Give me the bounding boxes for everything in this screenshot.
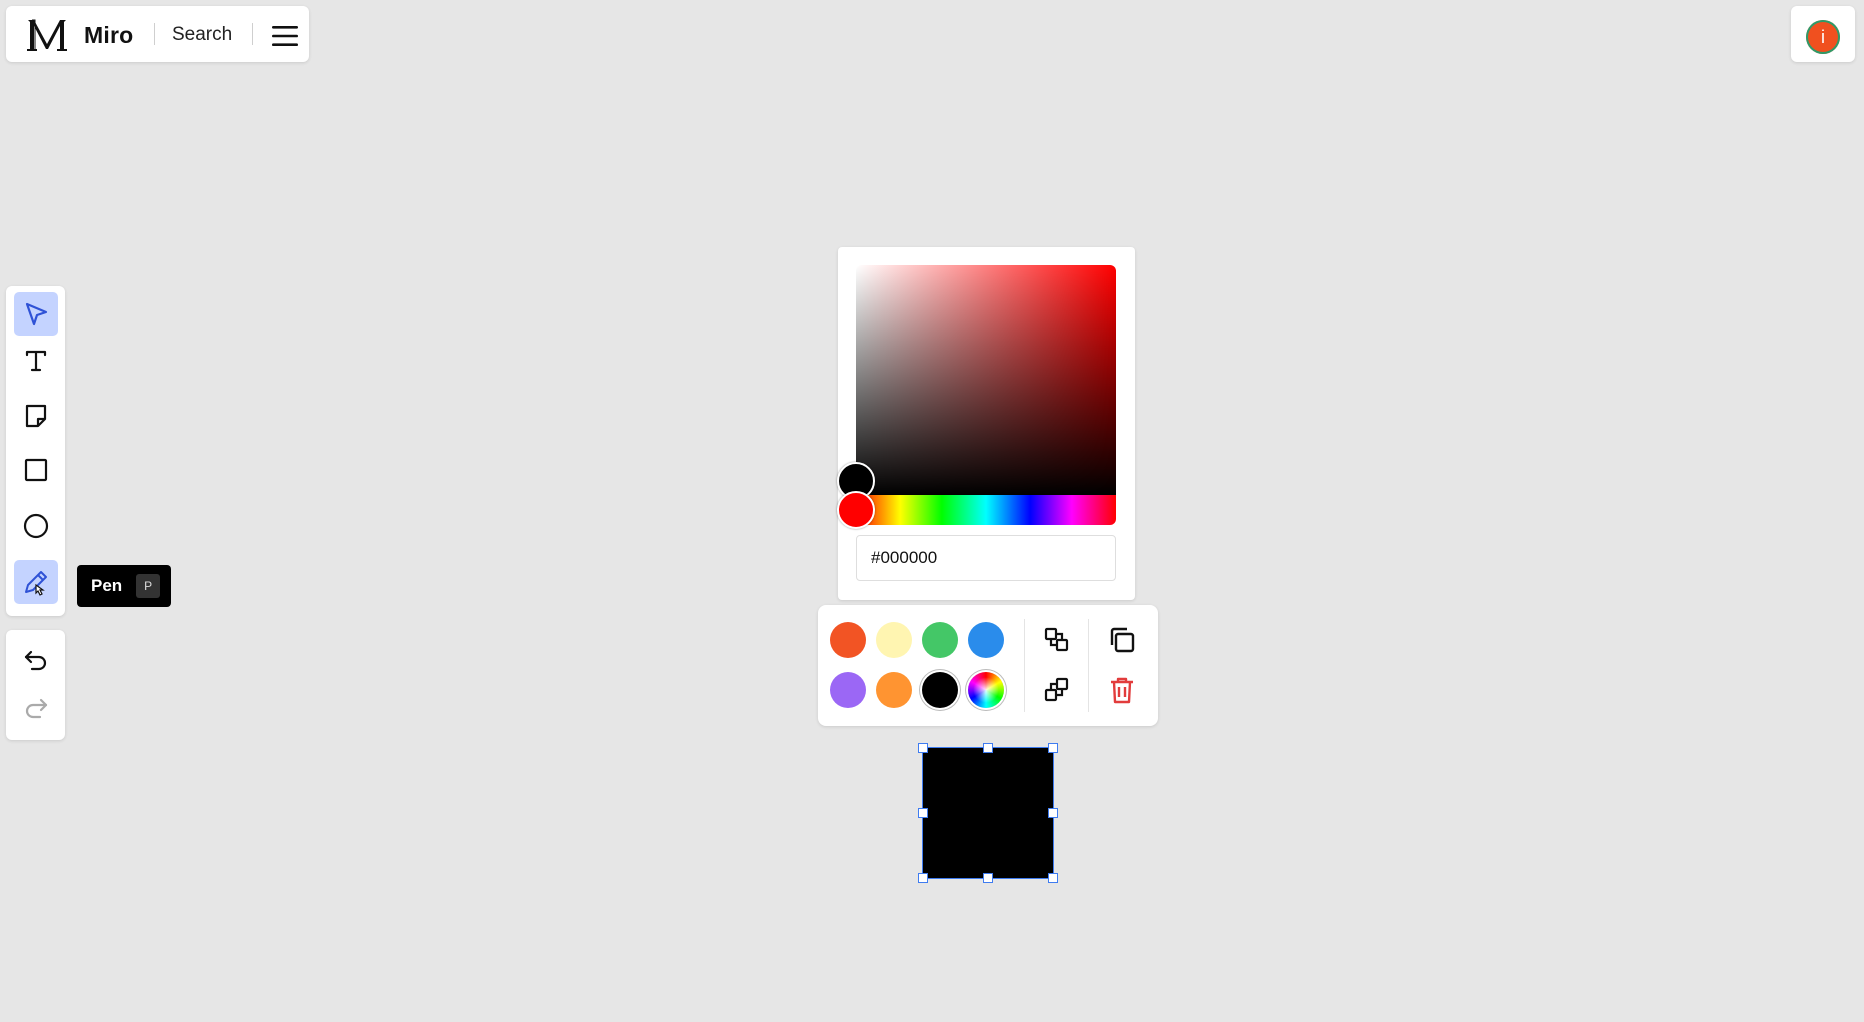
pen-icon	[25, 571, 47, 596]
select-tool-button[interactable]	[14, 292, 58, 336]
pen-tooltip: Pen P	[77, 565, 171, 607]
redo-button[interactable]	[14, 686, 58, 730]
sticky-note-icon	[25, 404, 47, 428]
user-panel: i	[1791, 6, 1855, 62]
color-swatch-red[interactable]	[830, 622, 866, 658]
send-backward-button[interactable]	[1038, 671, 1076, 709]
top-bar: Miro Search	[6, 6, 309, 62]
divider	[154, 23, 155, 45]
duplicate-button[interactable]	[1103, 621, 1141, 659]
redo-icon	[25, 698, 48, 719]
search-button[interactable]: Search	[172, 24, 232, 46]
resize-handle-top[interactable]	[983, 743, 993, 753]
rectangle-tool-button[interactable]	[14, 448, 58, 492]
custom-color-swatch[interactable]	[968, 672, 1004, 708]
undo-icon	[24, 650, 47, 671]
history-toolbar	[6, 630, 65, 740]
avatar[interactable]: i	[1806, 20, 1840, 54]
hex-color-input[interactable]	[856, 535, 1116, 581]
selected-shape[interactable]	[918, 743, 1058, 883]
sticky-note-tool-button[interactable]	[14, 394, 58, 438]
hue-slider[interactable]	[837, 491, 1116, 529]
color-swatch-green[interactable]	[922, 622, 958, 658]
tooltip-shortcut: P	[136, 574, 161, 598]
divider	[1088, 619, 1089, 712]
resize-handle-bottom-left[interactable]	[918, 873, 928, 883]
shape-context-toolbar	[818, 605, 1158, 726]
bring-forward-button[interactable]	[1038, 621, 1076, 659]
bring-forward-icon	[1044, 627, 1069, 652]
trash-icon	[1111, 677, 1133, 704]
text-tool-button[interactable]	[14, 338, 58, 382]
resize-handle-bottom-right[interactable]	[1048, 873, 1058, 883]
app-name: Miro	[84, 22, 134, 48]
tooltip-label: Pen	[91, 576, 123, 595]
divider	[1024, 619, 1025, 712]
color-swatch-purple[interactable]	[830, 672, 866, 708]
color-swatch-yellow[interactable]	[876, 622, 912, 658]
divider	[252, 23, 253, 45]
resize-handle-top-right[interactable]	[1048, 743, 1058, 753]
color-swatch-orange[interactable]	[876, 672, 912, 708]
cursor-icon	[25, 302, 48, 326]
pen-tool-button[interactable]	[14, 560, 58, 604]
resize-handle-top-left[interactable]	[918, 743, 928, 753]
color-picker	[837, 247, 1135, 600]
hue-handle[interactable]	[837, 491, 875, 529]
delete-button[interactable]	[1103, 671, 1141, 709]
resize-handle-right[interactable]	[1048, 808, 1058, 818]
circle-icon	[23, 513, 49, 539]
miro-logo-icon[interactable]	[24, 16, 70, 52]
copy-icon	[1110, 627, 1135, 653]
resize-handle-left[interactable]	[918, 808, 928, 818]
circle-tool-button[interactable]	[14, 504, 58, 548]
text-icon	[25, 350, 47, 372]
square-icon	[24, 458, 48, 482]
send-backward-icon	[1044, 677, 1069, 702]
resize-handle-bottom[interactable]	[983, 873, 993, 883]
color-swatch-black[interactable]	[922, 672, 958, 708]
saturation-value-area[interactable]	[837, 265, 1116, 500]
hamburger-menu-icon[interactable]	[272, 26, 298, 46]
tools-toolbar	[6, 286, 65, 616]
color-swatch-blue[interactable]	[968, 622, 1004, 658]
undo-button[interactable]	[14, 638, 58, 682]
